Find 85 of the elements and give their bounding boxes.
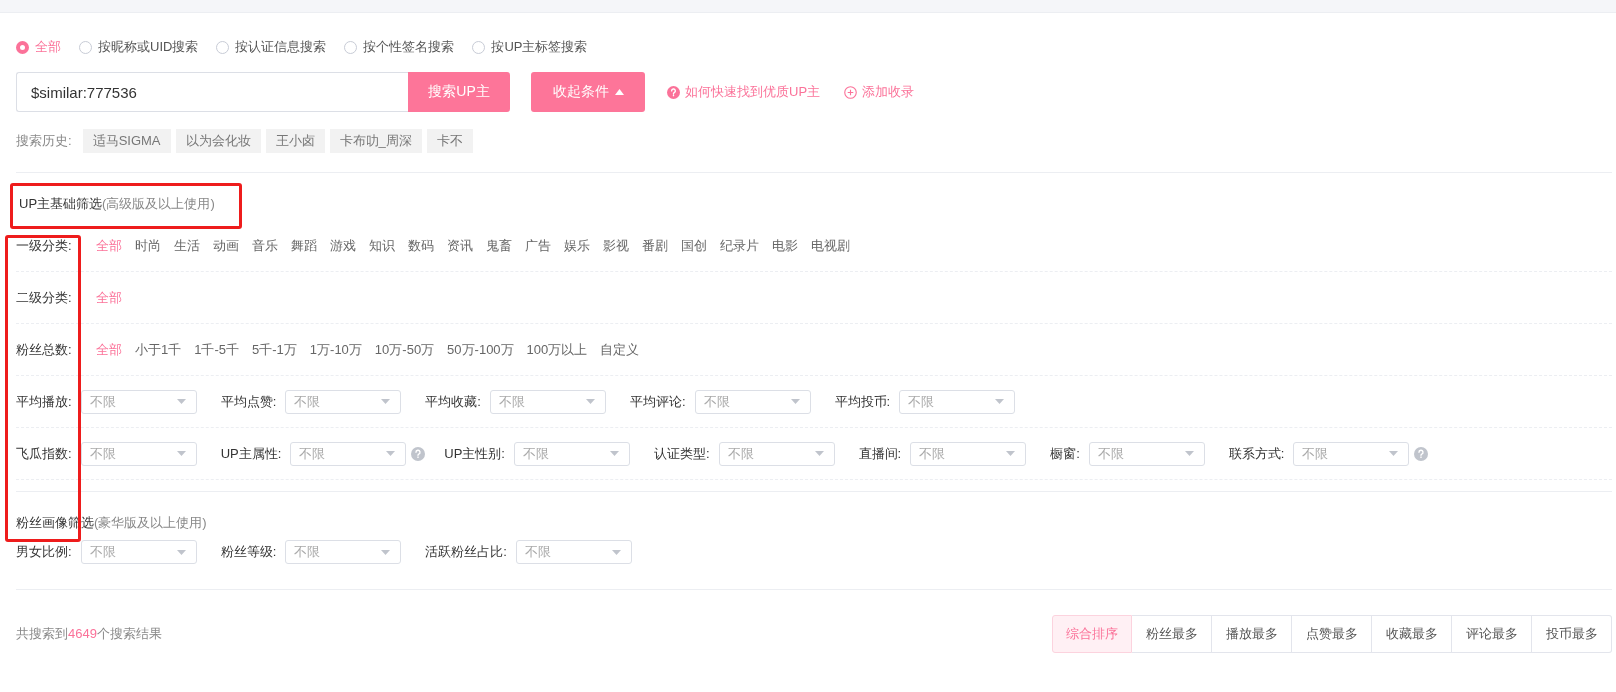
- radio-option[interactable]: 按认证信息搜索: [216, 38, 327, 56]
- history-label: 搜索历史:: [16, 132, 72, 150]
- filter-option[interactable]: 电视剧: [811, 236, 850, 255]
- caret-icon: [790, 399, 800, 404]
- field-label: 平均收藏:: [425, 392, 481, 411]
- filter-option[interactable]: 资讯: [447, 236, 473, 255]
- field-label: 平均投币:: [834, 392, 891, 411]
- filter-option[interactable]: 1万-10万: [309, 340, 362, 359]
- field-label: 直播间:: [858, 444, 902, 463]
- field-label: 联系方式:: [1228, 444, 1285, 463]
- filter-option[interactable]: 番剧: [642, 236, 668, 255]
- history-tag[interactable]: 卡布叻_周深: [329, 129, 422, 153]
- help-icon: [667, 85, 680, 99]
- radio-option[interactable]: 按个性签名搜索: [344, 38, 455, 56]
- field-label: UP主性别:: [444, 444, 505, 463]
- filter-label: 一级分类:: [16, 236, 73, 255]
- field-label: 飞瓜指数:: [16, 444, 72, 463]
- field-label: 男女比例:: [16, 543, 72, 561]
- field-label: UP主属性:: [220, 444, 282, 463]
- filter-option[interactable]: 数码: [408, 236, 434, 255]
- filter-option[interactable]: 100万以上: [526, 340, 588, 359]
- caret-icon: [381, 399, 391, 404]
- help-icon[interactable]: [1414, 446, 1429, 461]
- radio-option[interactable]: 按昵称或UID搜索: [79, 38, 199, 56]
- history-tag[interactable]: 以为会化妆: [175, 129, 261, 153]
- sort-button[interactable]: 播放最多: [1212, 615, 1292, 653]
- field-label: 粉丝等级:: [220, 543, 277, 561]
- filter-option[interactable]: 1千-5千: [194, 340, 240, 359]
- caret-icon: [995, 399, 1005, 404]
- field-label: 认证类型:: [653, 444, 710, 463]
- filter-label: 粉丝总数:: [16, 340, 73, 359]
- filter-option[interactable]: 50万-100万: [447, 340, 514, 359]
- section-title: UP主基础筛选: [19, 195, 103, 213]
- filter-option[interactable]: 生活: [174, 236, 200, 255]
- field-label: 橱窗:: [1050, 444, 1080, 463]
- filter-label: 二级分类:: [16, 288, 73, 307]
- filter-option[interactable]: 游戏: [330, 236, 356, 255]
- filter-option[interactable]: 影视: [603, 236, 629, 255]
- filter-option[interactable]: 自定义: [600, 340, 640, 359]
- filter-option[interactable]: 电影: [772, 236, 798, 255]
- caret-icon: [1184, 451, 1194, 456]
- caret-icon: [176, 451, 186, 456]
- caret-icon: [381, 549, 391, 555]
- filter-option[interactable]: 舞蹈: [291, 236, 317, 255]
- plus-circle-icon: [844, 85, 858, 99]
- help-icon[interactable]: [411, 446, 426, 461]
- filter-option[interactable]: 动画: [213, 236, 239, 255]
- filter-option[interactable]: 10万-50万: [374, 340, 435, 359]
- filter-option[interactable]: 知识: [369, 236, 395, 255]
- filter-option[interactable]: 鬼畜: [486, 236, 512, 255]
- caret-icon: [1389, 451, 1399, 456]
- radio-option[interactable]: 按UP主标签搜索: [472, 38, 588, 56]
- filter-option[interactable]: 广告: [525, 236, 551, 255]
- section-note: (豪华版及以上使用): [94, 514, 207, 532]
- caret-icon: [814, 451, 824, 456]
- history-tag[interactable]: 卡不: [426, 129, 473, 153]
- field-label: 平均评论:: [629, 392, 686, 411]
- result-count-text: 共搜索到4649个搜索结果: [16, 625, 162, 643]
- field-label: 平均点赞:: [220, 392, 277, 411]
- field-label: 平均播放:: [16, 392, 72, 411]
- filter-option[interactable]: 时尚: [135, 236, 161, 255]
- caret-icon: [1006, 451, 1016, 456]
- section-note: (高级版及以上使用): [102, 195, 215, 213]
- filter-option[interactable]: 音乐: [252, 236, 278, 255]
- history-tag[interactable]: 适马SIGMA: [82, 129, 171, 153]
- caret-up-icon: [614, 89, 624, 95]
- filter-option[interactable]: 国创: [681, 236, 707, 255]
- sort-button[interactable]: 收藏最多: [1372, 615, 1452, 653]
- caret-icon: [386, 451, 396, 456]
- history-tag[interactable]: 王小卤: [265, 129, 325, 153]
- field-label: 活跃粉丝占比:: [425, 543, 507, 561]
- filter-option[interactable]: 5千-1万: [252, 340, 297, 359]
- sort-button[interactable]: 粉丝最多: [1132, 615, 1212, 653]
- filter-option[interactable]: 纪录片: [720, 236, 759, 255]
- caret-icon: [585, 399, 595, 404]
- search-field[interactable]: $similar:777536: [16, 72, 408, 112]
- caret-icon: [176, 399, 186, 404]
- sort-button[interactable]: 投币最多: [1532, 615, 1612, 653]
- filter-option[interactable]: 小于1千: [135, 340, 182, 359]
- caret-icon: [611, 549, 621, 555]
- sort-button[interactable]: 点赞最多: [1292, 615, 1372, 653]
- filter-option[interactable]: 娱乐: [564, 236, 590, 255]
- caret-icon: [176, 549, 186, 555]
- sort-button[interactable]: 评论最多: [1452, 615, 1532, 653]
- caret-icon: [609, 451, 619, 456]
